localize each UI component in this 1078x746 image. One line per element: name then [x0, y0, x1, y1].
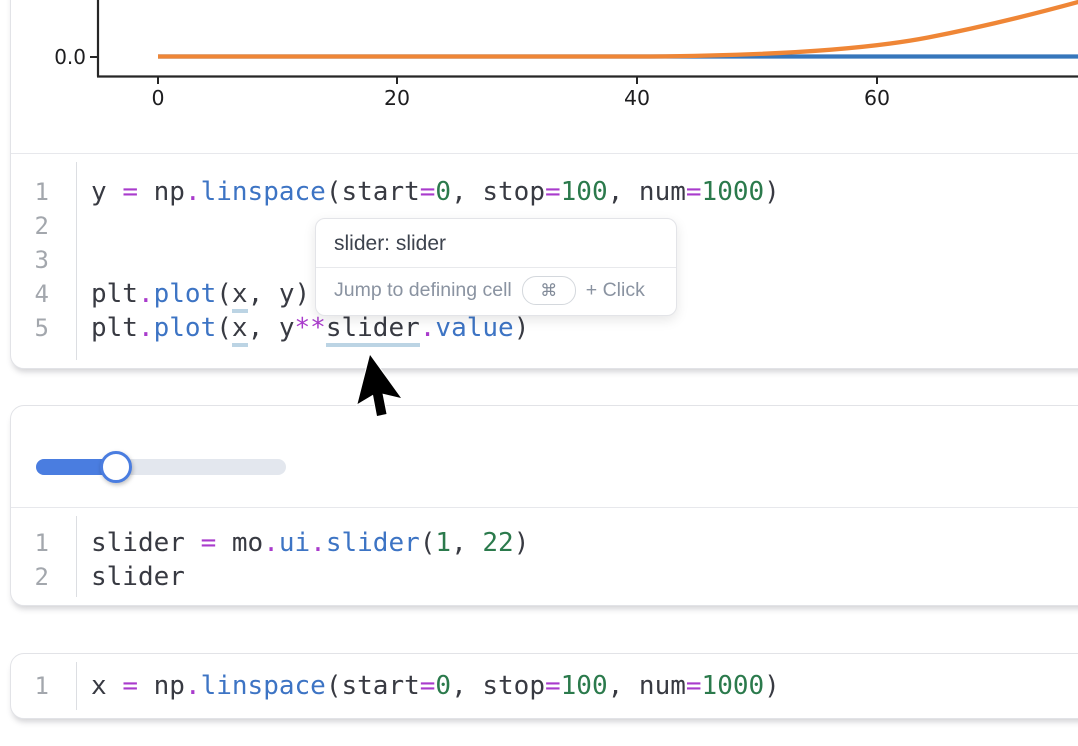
variable-tooltip: slider: slider Jump to defining cell ⌘ +… [315, 218, 677, 316]
code-lines[interactable]: x = np.linspace(start=0, stop=100, num=1… [77, 654, 780, 718]
slider-widget[interactable] [36, 450, 296, 484]
code-lines[interactable]: slider = mo.ui.slider(1, 22)slider [77, 508, 529, 605]
code-token: . [185, 177, 201, 207]
code-token: = [545, 177, 561, 207]
code-token: (start [326, 671, 420, 701]
code-token: . [310, 528, 326, 558]
code-token: ) [514, 528, 530, 558]
code-token: ) [514, 313, 530, 343]
code-token: ui [279, 528, 310, 558]
code-token: 100 [561, 671, 608, 701]
notebook-cell-slider: 12 slider = mo.ui.slider(1, 22)slider [10, 405, 1078, 606]
code-token: x [91, 671, 122, 701]
line-number: 1 [11, 175, 49, 209]
code-token: , stop [451, 177, 545, 207]
code-editor-x[interactable]: 1 x = np.linspace(start=0, stop=100, num… [11, 654, 1078, 718]
command-key-icon: ⌘ [522, 276, 576, 305]
reactive-variable-token: x [232, 279, 248, 313]
code-token: = [201, 528, 217, 558]
code-token: , num [608, 177, 686, 207]
line-number: 1 [11, 526, 49, 560]
code-token: 1 [435, 528, 451, 558]
code-token: y [91, 177, 122, 207]
code-token: 100 [561, 177, 608, 207]
code-token: slider [91, 528, 201, 558]
code-token: linspace [201, 177, 326, 207]
code-token: plot [154, 279, 217, 309]
code-token: = [686, 671, 702, 701]
code-token: ( [216, 279, 232, 309]
code-token: , stop [451, 671, 545, 701]
line-numbers: 12345 [11, 162, 77, 360]
code-token: np [138, 177, 185, 207]
code-token: plt [91, 279, 138, 309]
line-numbers: 12 [11, 516, 77, 597]
code-token: (start [326, 177, 420, 207]
code-token: 1000 [702, 177, 765, 207]
code-token: ) [764, 177, 780, 207]
line-number: 4 [11, 277, 49, 311]
code-token: = [686, 177, 702, 207]
slider-output-area [11, 406, 1078, 508]
code-token: = [122, 177, 138, 207]
code-token: = [545, 671, 561, 701]
code-line[interactable]: y = np.linspace(start=0, stop=100, num=1… [91, 175, 780, 209]
jump-to-defining-cell-link[interactable]: Jump to defining cell [334, 279, 512, 302]
code-token: ) [764, 671, 780, 701]
code-token: . [185, 671, 201, 701]
code-token: = [420, 671, 436, 701]
code-token: ** [295, 313, 326, 343]
line-number: 3 [11, 243, 49, 277]
notebook-cell-x: 1 x = np.linspace(start=0, stop=100, num… [10, 653, 1078, 719]
code-token: . [138, 279, 154, 309]
code-line[interactable]: plt.plot(x, y**slider.value) [91, 311, 780, 345]
code-token: np [138, 671, 185, 701]
code-token: slider [91, 562, 185, 592]
code-line[interactable]: slider [91, 560, 529, 594]
code-line[interactable]: x = np.linspace(start=0, stop=100, num=1… [91, 669, 780, 703]
tooltip-title: slider: slider [316, 219, 676, 267]
code-token: value [435, 313, 513, 343]
code-token: plot [154, 313, 217, 343]
code-token: . [420, 313, 436, 343]
reactive-variable-token: x [232, 313, 248, 347]
code-token: = [420, 177, 436, 207]
code-token: = [122, 671, 138, 701]
tooltip-click-hint: + Click [586, 279, 645, 302]
code-token: plt [91, 313, 138, 343]
code-token: slider [326, 528, 420, 558]
code-token: 0 [435, 177, 451, 207]
line-number: 2 [11, 209, 49, 243]
code-line[interactable]: slider = mo.ui.slider(1, 22) [91, 526, 529, 560]
code-token: . [263, 528, 279, 558]
line-number: 5 [11, 311, 49, 345]
line-number: 1 [11, 669, 49, 703]
code-token: ( [216, 313, 232, 343]
reactive-variable-token: slider [326, 313, 420, 347]
code-token: linspace [201, 671, 326, 701]
code-editor-slider[interactable]: 12 slider = mo.ui.slider(1, 22)slider [11, 508, 1078, 605]
line-number: 2 [11, 560, 49, 594]
code-token: ( [420, 528, 436, 558]
code-token: 1000 [702, 671, 765, 701]
notebook-page: 12345 y = np.linspace(start=0, stop=100,… [0, 0, 1078, 746]
code-token: . [138, 313, 154, 343]
code-token: , num [608, 671, 686, 701]
code-token: , y [248, 313, 295, 343]
code-token: 0 [435, 671, 451, 701]
plot-output-area [11, 0, 1078, 154]
code-token: mo [216, 528, 263, 558]
slider-thumb-handle[interactable] [100, 451, 132, 483]
code-token: 22 [482, 528, 513, 558]
code-token: , [451, 528, 482, 558]
line-numbers: 1 [11, 662, 77, 710]
code-token: , y) [248, 279, 311, 309]
